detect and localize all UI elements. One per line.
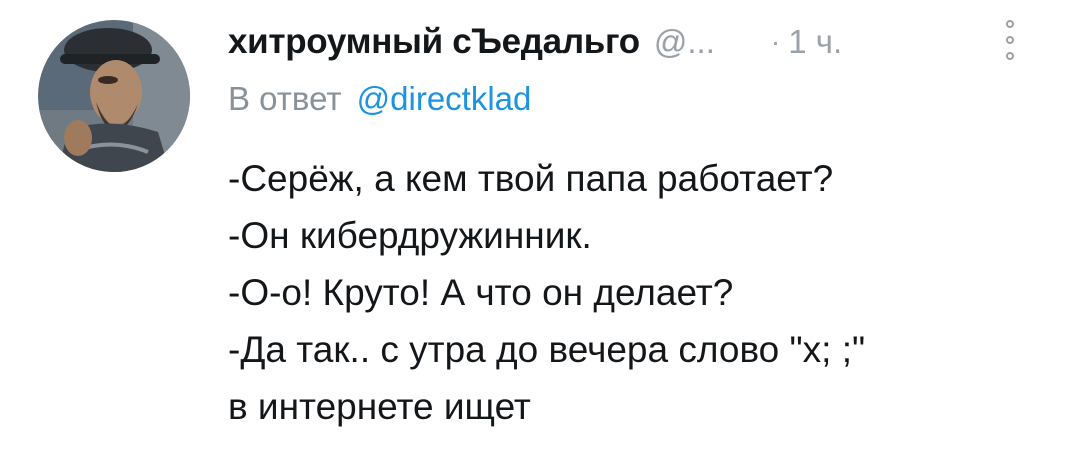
dot-bottom — [1006, 52, 1014, 60]
tweet-text-line: -Он кибердружинник. — [228, 215, 592, 256]
tweet-text: -Серёж, а кем твой папа работает? -Он ки… — [228, 150, 1050, 435]
tweet-header: хитроумный сЪедальго @... · 1 ч. — [228, 16, 1050, 68]
dot-middle — [1006, 36, 1014, 44]
timestamp[interactable]: 1 ч. — [788, 23, 842, 61]
reply-prefix: В ответ — [228, 80, 342, 117]
tweet: хитроумный сЪедальго @... · 1 ч. В ответ… — [0, 0, 1080, 470]
display-name[interactable]: хитроумный сЪедальго — [228, 22, 640, 62]
tweet-text-line: в интернете ищет — [228, 386, 531, 427]
reply-context: В ответ @directklad — [228, 80, 531, 118]
reply-mention-link[interactable]: @directklad — [357, 80, 532, 117]
vertical-dots-icon[interactable] — [1000, 20, 1020, 60]
tweet-text-line: -Серёж, а кем твой папа работает? — [228, 158, 834, 199]
tweet-text-line: -О-о! Круто! А что он делает? — [228, 272, 734, 313]
avatar[interactable] — [38, 20, 190, 172]
avatar-image — [38, 20, 190, 172]
dot-top — [1006, 20, 1014, 28]
user-handle[interactable]: @... — [654, 23, 715, 61]
tweet-text-line: -Да так.. с утра до вечера слово "х; ;" — [228, 329, 866, 370]
separator-dot: · — [770, 26, 781, 57]
